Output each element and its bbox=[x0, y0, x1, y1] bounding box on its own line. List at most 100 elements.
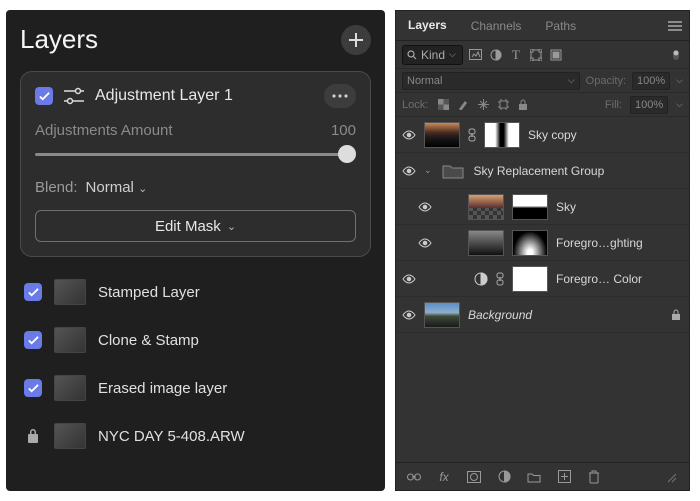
adjustment-layer-card: Adjustment Layer 1 Adjustments Amount 10… bbox=[20, 71, 371, 257]
opacity-input[interactable]: 100% bbox=[632, 72, 670, 90]
layer-row-background[interactable]: Background bbox=[396, 297, 689, 333]
adjustment-layer-name[interactable]: Adjustment Layer 1 bbox=[95, 87, 314, 105]
amount-row: Adjustments Amount 100 bbox=[35, 122, 356, 139]
mask-thumbnail bbox=[512, 230, 548, 256]
chevron-down-icon[interactable]: ⌄ bbox=[424, 165, 432, 176]
list-item[interactable]: NYC DAY 5-408.ARW bbox=[20, 417, 371, 455]
chevron-down-icon: ⌵ bbox=[449, 49, 456, 60]
filter-pixel-icon[interactable] bbox=[469, 48, 483, 62]
list-item[interactable]: Erased image layer bbox=[20, 369, 371, 407]
lock-icon bbox=[24, 427, 42, 445]
list-item[interactable]: Stamped Layer bbox=[20, 273, 371, 311]
layer-name: Foregro… Color bbox=[556, 272, 642, 286]
fill-label: Fill: bbox=[605, 99, 622, 111]
fx-icon[interactable]: fx bbox=[436, 470, 452, 484]
visibility-toggle[interactable] bbox=[402, 130, 416, 140]
blend-toolbar: Normal⌵ Opacity: 100% ⌵ bbox=[396, 69, 689, 93]
layer-thumbnail bbox=[468, 194, 504, 220]
filter-shape-icon[interactable] bbox=[529, 48, 543, 62]
slider-track bbox=[35, 153, 356, 156]
mask-thumbnail bbox=[484, 122, 520, 148]
blend-label: Blend: bbox=[35, 179, 78, 196]
amount-slider[interactable] bbox=[35, 145, 356, 163]
visibility-toggle[interactable] bbox=[402, 310, 416, 320]
mask-thumbnail bbox=[512, 194, 548, 220]
layer-thumbnail bbox=[468, 230, 504, 256]
layer-thumbnail bbox=[54, 375, 86, 401]
slider-thumb[interactable] bbox=[338, 145, 356, 163]
amount-label: Adjustments Amount bbox=[35, 122, 173, 139]
layer-name: Foregro…ghting bbox=[556, 236, 643, 250]
layers-tree: Sky copy ⌄ Sky Replacement Group Sky For… bbox=[396, 117, 689, 490]
layers-footer: fx bbox=[396, 462, 689, 490]
filter-smart-icon[interactable] bbox=[549, 48, 563, 62]
layer-row-fore-light[interactable]: Foregro…ghting bbox=[396, 225, 689, 261]
layer-row-fore-color[interactable]: Foregro… Color bbox=[396, 261, 689, 297]
filter-kind-select[interactable]: Kind ⌵ bbox=[402, 45, 463, 65]
link-icon bbox=[496, 272, 504, 286]
visibility-toggle[interactable] bbox=[418, 238, 432, 248]
lock-transparent-icon[interactable] bbox=[436, 99, 450, 111]
filter-adjustment-icon[interactable] bbox=[489, 48, 503, 62]
chevron-down-icon[interactable]: ⌵ bbox=[676, 99, 683, 110]
layer-row-sky-copy[interactable]: Sky copy bbox=[396, 117, 689, 153]
layer-name: Sky copy bbox=[528, 128, 577, 142]
panel-menu-icon[interactable] bbox=[667, 21, 689, 31]
edit-mask-button[interactable]: Edit Mask⌄ bbox=[35, 210, 356, 242]
visibility-checkbox[interactable] bbox=[24, 379, 42, 397]
layer-thumbnail bbox=[54, 279, 86, 305]
new-layer-icon[interactable] bbox=[556, 470, 572, 483]
filter-type-icon[interactable]: T bbox=[509, 48, 523, 62]
layer-thumbnail bbox=[424, 122, 460, 148]
lock-position-icon[interactable] bbox=[476, 99, 490, 111]
lock-label: Lock: bbox=[402, 99, 428, 111]
lock-all-icon[interactable] bbox=[516, 99, 530, 111]
blend-mode-select[interactable]: Normal⌵ bbox=[402, 72, 580, 90]
opacity-label: Opacity: bbox=[586, 75, 626, 87]
chevron-down-icon[interactable]: ⌵ bbox=[676, 75, 683, 86]
fill-input[interactable]: 100% bbox=[630, 96, 668, 114]
group-icon[interactable] bbox=[526, 471, 542, 483]
link-layers-icon[interactable] bbox=[406, 472, 422, 482]
visibility-checkbox[interactable] bbox=[24, 331, 42, 349]
resize-grip-icon[interactable] bbox=[663, 471, 679, 483]
tab-channels[interactable]: Channels bbox=[459, 11, 534, 40]
card-header: Adjustment Layer 1 bbox=[35, 84, 356, 108]
panel-title: Layers bbox=[20, 24, 98, 55]
visibility-checkbox[interactable] bbox=[35, 87, 53, 105]
filter-toolbar: Kind ⌵ T bbox=[396, 41, 689, 69]
lock-pixels-icon[interactable] bbox=[456, 99, 470, 111]
layer-thumbnail bbox=[424, 302, 460, 328]
add-layer-button[interactable] bbox=[341, 25, 371, 55]
adjustment-layer-icon[interactable] bbox=[496, 470, 512, 483]
lock-artboard-icon[interactable] bbox=[496, 99, 510, 111]
filter-toggle-switch[interactable] bbox=[669, 48, 683, 62]
tab-layers[interactable]: Layers bbox=[396, 11, 459, 40]
lock-icon bbox=[671, 309, 681, 321]
list-item[interactable]: Clone & Stamp bbox=[20, 321, 371, 359]
visibility-checkbox[interactable] bbox=[24, 283, 42, 301]
mask-thumbnail bbox=[512, 266, 548, 292]
layer-name: Stamped Layer bbox=[98, 284, 200, 301]
layer-row-group[interactable]: ⌄ Sky Replacement Group bbox=[396, 153, 689, 189]
link-icon bbox=[468, 128, 476, 142]
layer-name: Background bbox=[468, 308, 532, 322]
panel-tabs: Layers Channels Paths bbox=[396, 11, 689, 41]
layer-row-sky[interactable]: Sky bbox=[396, 189, 689, 225]
blend-row: Blend: Normal ⌄ bbox=[35, 179, 356, 196]
mask-icon[interactable] bbox=[466, 471, 482, 483]
search-icon bbox=[407, 50, 417, 60]
layer-list: Stamped Layer Clone & Stamp Erased image… bbox=[20, 273, 371, 455]
tab-paths[interactable]: Paths bbox=[533, 11, 588, 40]
chevron-down-icon: ⌄ bbox=[227, 220, 236, 233]
delete-layer-icon[interactable] bbox=[586, 470, 602, 484]
adjustment-icon bbox=[474, 272, 488, 286]
visibility-toggle[interactable] bbox=[402, 166, 416, 176]
visibility-toggle[interactable] bbox=[402, 274, 416, 284]
blend-mode-select[interactable]: Normal ⌄ bbox=[86, 179, 148, 196]
visibility-toggle[interactable] bbox=[418, 202, 432, 212]
layer-more-button[interactable] bbox=[324, 84, 356, 108]
layer-name: Sky bbox=[556, 200, 576, 214]
lock-toolbar: Lock: Fill: 100% ⌵ bbox=[396, 93, 689, 117]
layer-thumbnail bbox=[54, 423, 86, 449]
